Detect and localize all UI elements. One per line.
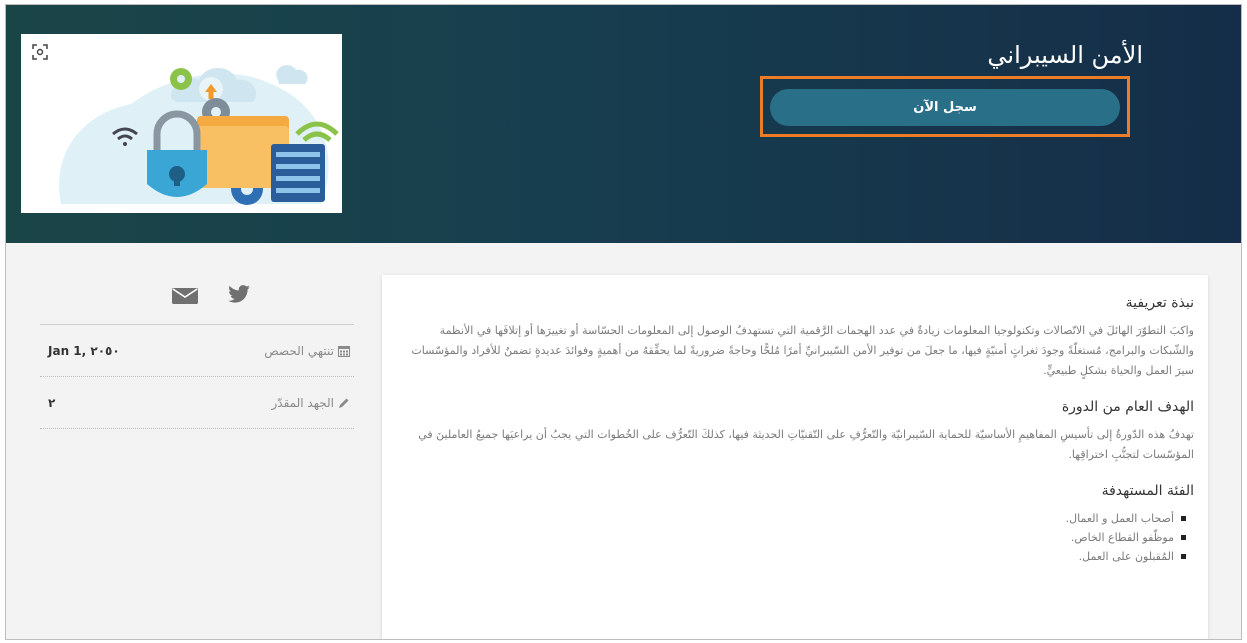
social-links [40,275,354,325]
section-text-intro: واكبَ التطوّرَ الهائلَ في الاتّصالات وتك… [411,324,1194,377]
section-heading-intro: نبذة تعريفية [1125,295,1194,311]
effort-label-text: الجهد المقدّر [271,396,334,410]
section-heading-goal: الهدف العام من الدورة [1061,399,1194,415]
end-date-label: تنتهي الحصص [264,344,350,358]
envelope-icon[interactable] [172,288,198,304]
list-item: المُقبلون على العمل. [396,547,1188,566]
course-hero: الأمن السيبراني سجل الآن [6,5,1241,243]
course-illustration [21,34,342,213]
effort-label: الجهد المقدّر [272,396,350,410]
scan-icon[interactable] [31,43,49,61]
sidebar-row-effort: ٢ الجهد المقدّر [40,377,354,429]
calendar-icon [338,346,350,357]
pencil-icon [339,398,349,408]
register-button[interactable]: سجل الآن [770,89,1120,126]
cybersecurity-illustration [59,65,339,205]
sidebar-row-end-date: Jan 1, ٢٠٥٠ تنتهي الحصص [40,325,354,377]
course-title: الأمن السيبراني [987,41,1143,69]
section-text-goal: تهدفُ هذه الدّورةُ إلى تأسيسِ المفاهيمِ … [418,428,1194,461]
register-highlight: سجل الآن [760,76,1130,137]
course-about-card: نبذة تعريفية واكبَ التطوّرَ الهائلَ في ا… [382,275,1208,639]
list-item: موظّفو القطاع الخاص. [396,528,1188,547]
audience-list: أصحاب العمل و العمال. موظّفو القطاع الخا… [396,509,1194,566]
effort-value: ٢ [48,396,56,410]
section-heading-audience: الفئة المستهدفة [1101,483,1194,499]
end-date-label-text: تنتهي الحصص [264,344,334,358]
course-sidebar: Jan 1, ٢٠٥٠ تنتهي الحصص ٢ الجهد المقدّر [40,275,354,429]
list-item: أصحاب العمل و العمال. [396,509,1188,528]
end-date-value: Jan 1, ٢٠٥٠ [48,344,120,358]
twitter-icon[interactable] [228,285,250,303]
page-frame: الأمن السيبراني سجل الآن Jan 1, ٢٠٥٠ تنت… [5,4,1242,640]
